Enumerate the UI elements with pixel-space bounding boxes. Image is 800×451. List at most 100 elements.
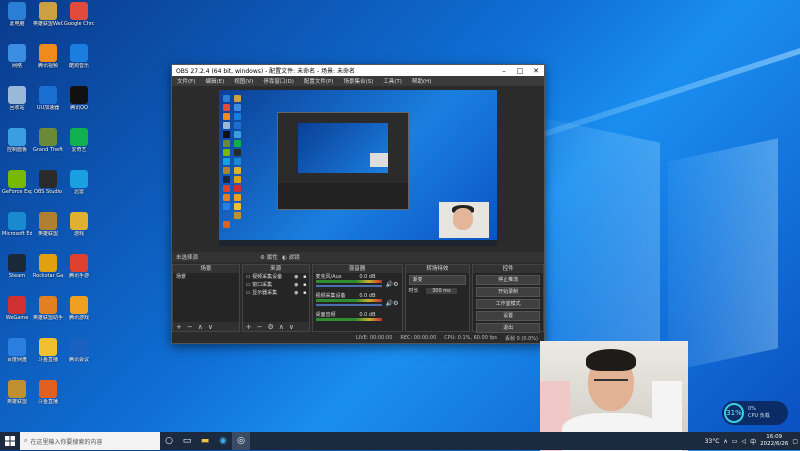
eye-icon[interactable]: ◉ xyxy=(294,289,298,297)
move-down-icon[interactable]: ∨ xyxy=(289,323,294,331)
desktop-icon[interactable]: 爱奇艺 xyxy=(64,128,94,153)
cpu-monitor-widget[interactable]: 31% 0% CPU 负载 xyxy=(722,401,788,425)
desktop-icon[interactable]: 腾讯会议 xyxy=(64,338,94,363)
weather-text[interactable]: 33°C xyxy=(705,438,720,445)
transition-select[interactable]: 渐变 xyxy=(408,275,467,285)
menu-help[interactable]: 帮助(H) xyxy=(407,77,436,85)
lock-icon[interactable]: ▪ xyxy=(303,281,306,289)
desktop-icon[interactable]: 腾讯视频 xyxy=(33,44,63,69)
preview-mini-icon xyxy=(223,158,230,165)
speaker-icon[interactable]: 🔊⚙ xyxy=(386,281,399,288)
close-icon[interactable]: ✕ xyxy=(528,65,544,76)
desktop-icon[interactable]: 百度网盘 xyxy=(2,338,32,363)
file-explorer-icon[interactable]: ▬ xyxy=(196,432,214,450)
desktop-icon[interactable]: 控制面板 xyxy=(2,128,32,153)
stop-streaming-button[interactable]: 停止推流 xyxy=(476,275,540,285)
desktop-icon-label: 酷狗音乐 xyxy=(68,63,89,69)
remove-icon[interactable]: − xyxy=(257,323,263,331)
move-up-icon[interactable]: ∧ xyxy=(198,323,203,331)
desktop-icon[interactable]: 回收站 xyxy=(2,86,32,111)
obs-window[interactable]: OBS 27.2.4 (64 bit, windows) - 配置文件: 未命名… xyxy=(171,64,545,344)
source-item[interactable]: ▭ 显示器采集 ◉ ▪ xyxy=(243,289,309,297)
properties-button[interactable]: ⚙ 属性 xyxy=(260,253,278,261)
desktop-icon[interactable]: 酷狗音乐 xyxy=(64,44,94,69)
desktop-icon[interactable]: Google Chrome xyxy=(64,2,94,27)
desktop-icon[interactable]: Grand Theft Auto V xyxy=(33,128,63,153)
preview-taskbar xyxy=(219,240,497,246)
preview-mini-icon xyxy=(223,113,230,120)
preview-canvas[interactable] xyxy=(219,90,497,246)
menu-tools[interactable]: 工具(T) xyxy=(378,77,407,85)
start-button[interactable] xyxy=(0,432,20,450)
duration-input[interactable]: 300 ms xyxy=(426,288,457,294)
desktop-icon[interactable]: WeGame xyxy=(2,296,32,321)
source-item[interactable]: ▭ 视频采集设备 ◉ ▪ xyxy=(243,273,309,281)
desktop-icon[interactable]: 腾讯手游 xyxy=(64,254,94,279)
start-recording-button[interactable]: 开始录制 xyxy=(476,287,540,297)
volume-icon[interactable]: ◁ xyxy=(741,438,746,445)
lock-icon[interactable]: ▪ xyxy=(303,289,306,297)
desktop-icon[interactable]: 斗鱼直播 xyxy=(33,380,63,405)
task-view-button-icon[interactable]: ▭ xyxy=(178,432,196,450)
gear-icon[interactable]: ⚙ xyxy=(268,323,274,331)
source-item[interactable]: ▭ 窗口采集 ◉ ▪ xyxy=(243,281,309,289)
network-icon[interactable]: ▭ xyxy=(732,438,738,445)
notification-icon[interactable]: ▢ xyxy=(792,438,798,445)
menu-scene-collection[interactable]: 场景集合(S) xyxy=(338,77,378,85)
minimize-icon[interactable]: – xyxy=(496,65,512,76)
add-icon[interactable]: + xyxy=(176,323,182,331)
menu-docks[interactable]: 停靠窗口(D) xyxy=(258,77,299,85)
tray-chevron-icon[interactable]: ∧ xyxy=(723,438,727,445)
desktop-icon-label: Grand Theft Auto V xyxy=(33,147,63,153)
lock-icon[interactable]: ▪ xyxy=(303,273,306,281)
desktop-icon[interactable]: 游戏 xyxy=(64,212,94,237)
filters-button[interactable]: ◐ 滤镜 xyxy=(282,253,300,261)
douyu-icon xyxy=(39,338,57,356)
desktop-icon[interactable]: 腾讯游戏 xyxy=(64,296,94,321)
eye-icon[interactable]: ◉ xyxy=(294,273,298,281)
desktop-icon[interactable]: 腾讯QQ xyxy=(64,86,94,111)
eye-icon[interactable]: ◉ xyxy=(294,281,298,289)
desktop-icon[interactable]: 迅雷 xyxy=(64,170,94,195)
desktop-icon[interactable]: GeForce Experience xyxy=(2,170,32,195)
desktop-icon[interactable]: 斗鱼直播 xyxy=(33,338,63,363)
remove-icon[interactable]: − xyxy=(187,323,193,331)
clock[interactable]: 16:09 2022/6/26 xyxy=(760,434,788,448)
maximize-icon[interactable]: □ xyxy=(512,65,528,76)
volume-slider[interactable] xyxy=(315,285,382,287)
exit-button[interactable]: 退出 xyxy=(476,323,540,333)
douyu2-icon xyxy=(39,380,57,398)
move-up-icon[interactable]: ∧ xyxy=(279,323,284,331)
ime-icon[interactable]: 中 xyxy=(750,437,756,446)
taskbar-search[interactable]: ⌕ 在这里输入你要搜索的内容 xyxy=(20,432,160,450)
desktop-icon[interactable]: Rockstar Games xyxy=(33,254,63,279)
volume-slider[interactable] xyxy=(315,304,382,306)
preview-mini-icon xyxy=(223,176,230,183)
menu-file[interactable]: 文件(F) xyxy=(172,77,200,85)
preview-mini-icon xyxy=(223,140,230,147)
desktop-icon[interactable]: Microsoft Edge xyxy=(2,212,32,237)
desktop-icon[interactable]: 英雄联盟助手 xyxy=(33,296,63,321)
desktop-icon[interactable]: 英雄联盟WeGame版 xyxy=(33,2,63,27)
desktop-icon[interactable]: 网络 xyxy=(2,44,32,69)
desktop-icon[interactable]: UU加速器 xyxy=(33,86,63,111)
desktop-icon[interactable]: Steam xyxy=(2,254,32,279)
menu-edit[interactable]: 编辑(E) xyxy=(200,77,229,85)
desktop-icon[interactable]: 英雄联盟 xyxy=(33,212,63,237)
scene-item[interactable]: 场景 xyxy=(173,273,239,281)
desktop-icon[interactable]: 此电脑 xyxy=(2,2,32,27)
obs-title-bar[interactable]: OBS 27.2.4 (64 bit, windows) - 配置文件: 未命名… xyxy=(172,65,544,76)
desktop-icon[interactable]: 英雄联盟 xyxy=(2,380,32,405)
move-down-icon[interactable]: ∨ xyxy=(208,323,213,331)
edge-icon[interactable]: ◉ xyxy=(214,432,232,450)
studio-mode-button[interactable]: 工作室模式 xyxy=(476,299,540,309)
obs-taskbar-icon[interactable]: ◎ xyxy=(232,432,250,450)
speaker-icon[interactable]: 🔊⚙ xyxy=(386,300,399,307)
add-icon[interactable]: + xyxy=(246,323,252,331)
settings-button[interactable]: 设置 xyxy=(476,311,540,321)
desktop-icon[interactable]: OBS Studio xyxy=(33,170,63,195)
preview-mini-icon xyxy=(223,104,230,111)
menu-profile[interactable]: 配置文件(P) xyxy=(299,77,339,85)
menu-view[interactable]: 视图(V) xyxy=(229,77,258,85)
task-view-icon[interactable]: ○ xyxy=(160,432,178,450)
